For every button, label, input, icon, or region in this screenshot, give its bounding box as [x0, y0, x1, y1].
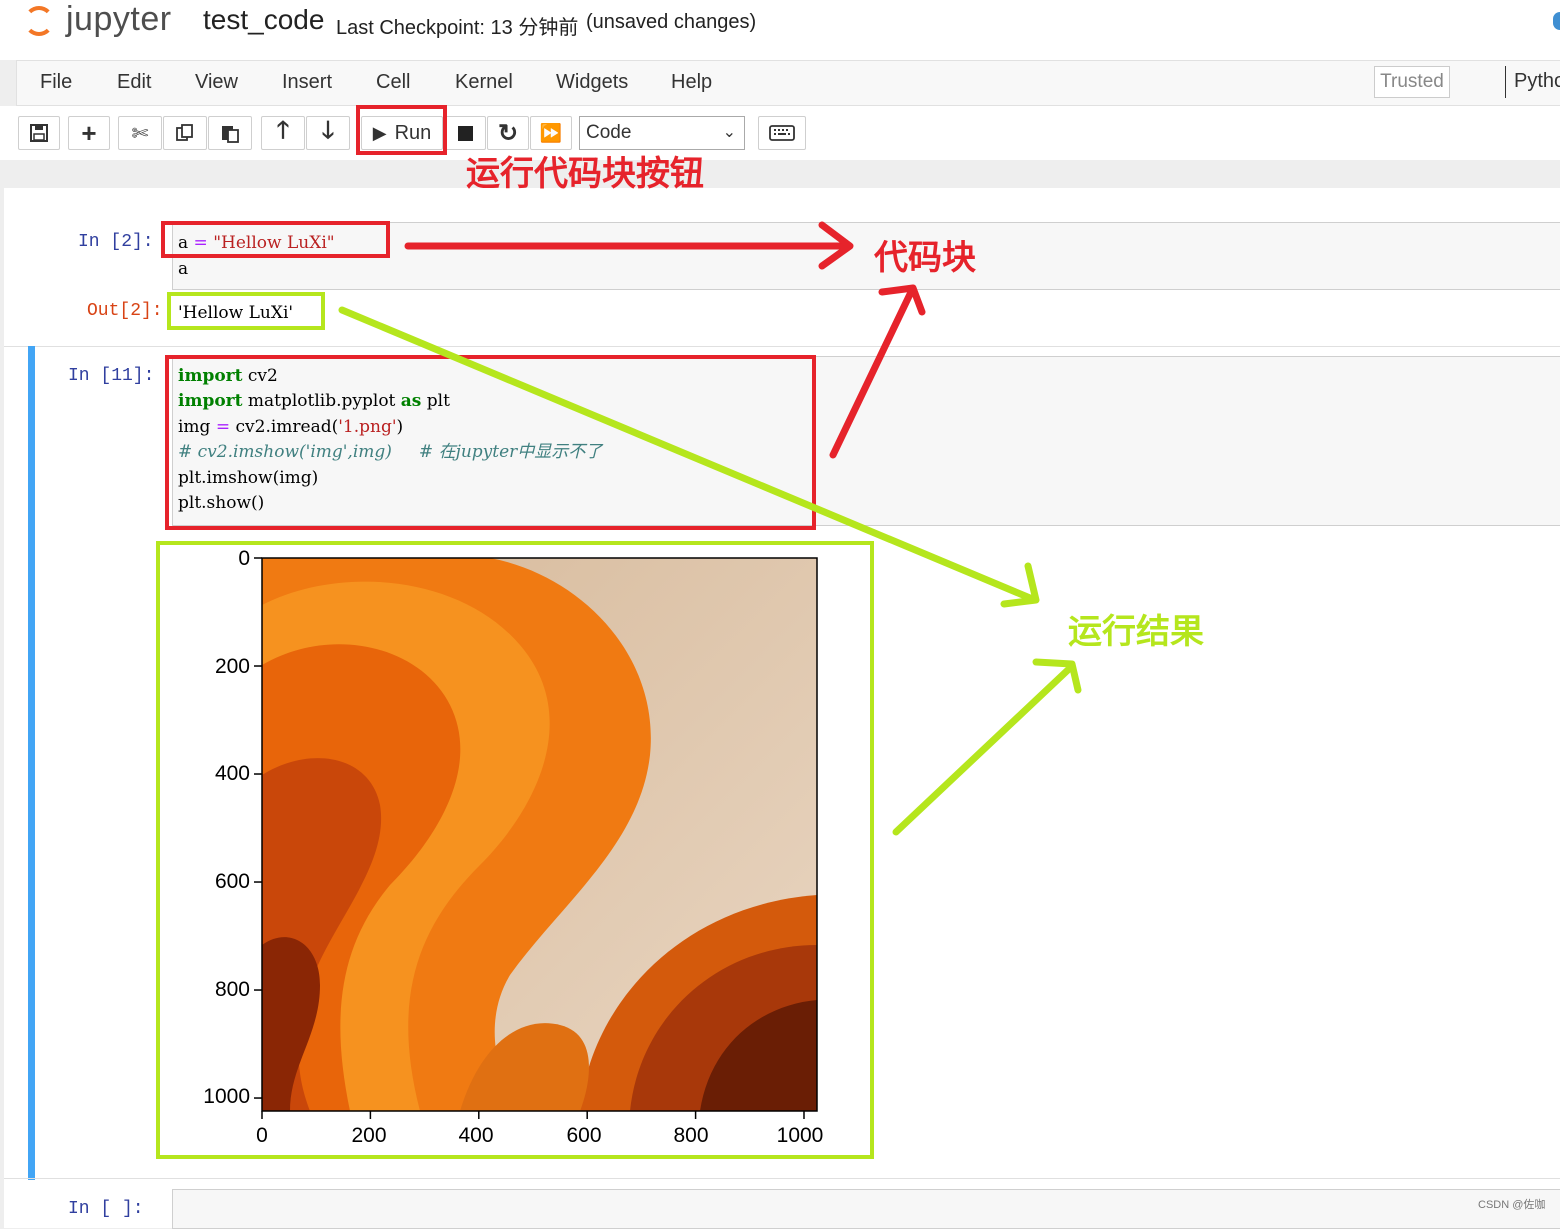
watermark: CSDN @佐咖	[1478, 1199, 1546, 1211]
annotation-arrows	[338, 221, 1082, 836]
arrow-head	[1000, 562, 1040, 608]
arrow-to-code-block-label	[829, 286, 916, 459]
arrow-to-result-label	[892, 664, 1074, 836]
arrow-to-result-label	[338, 306, 1034, 602]
